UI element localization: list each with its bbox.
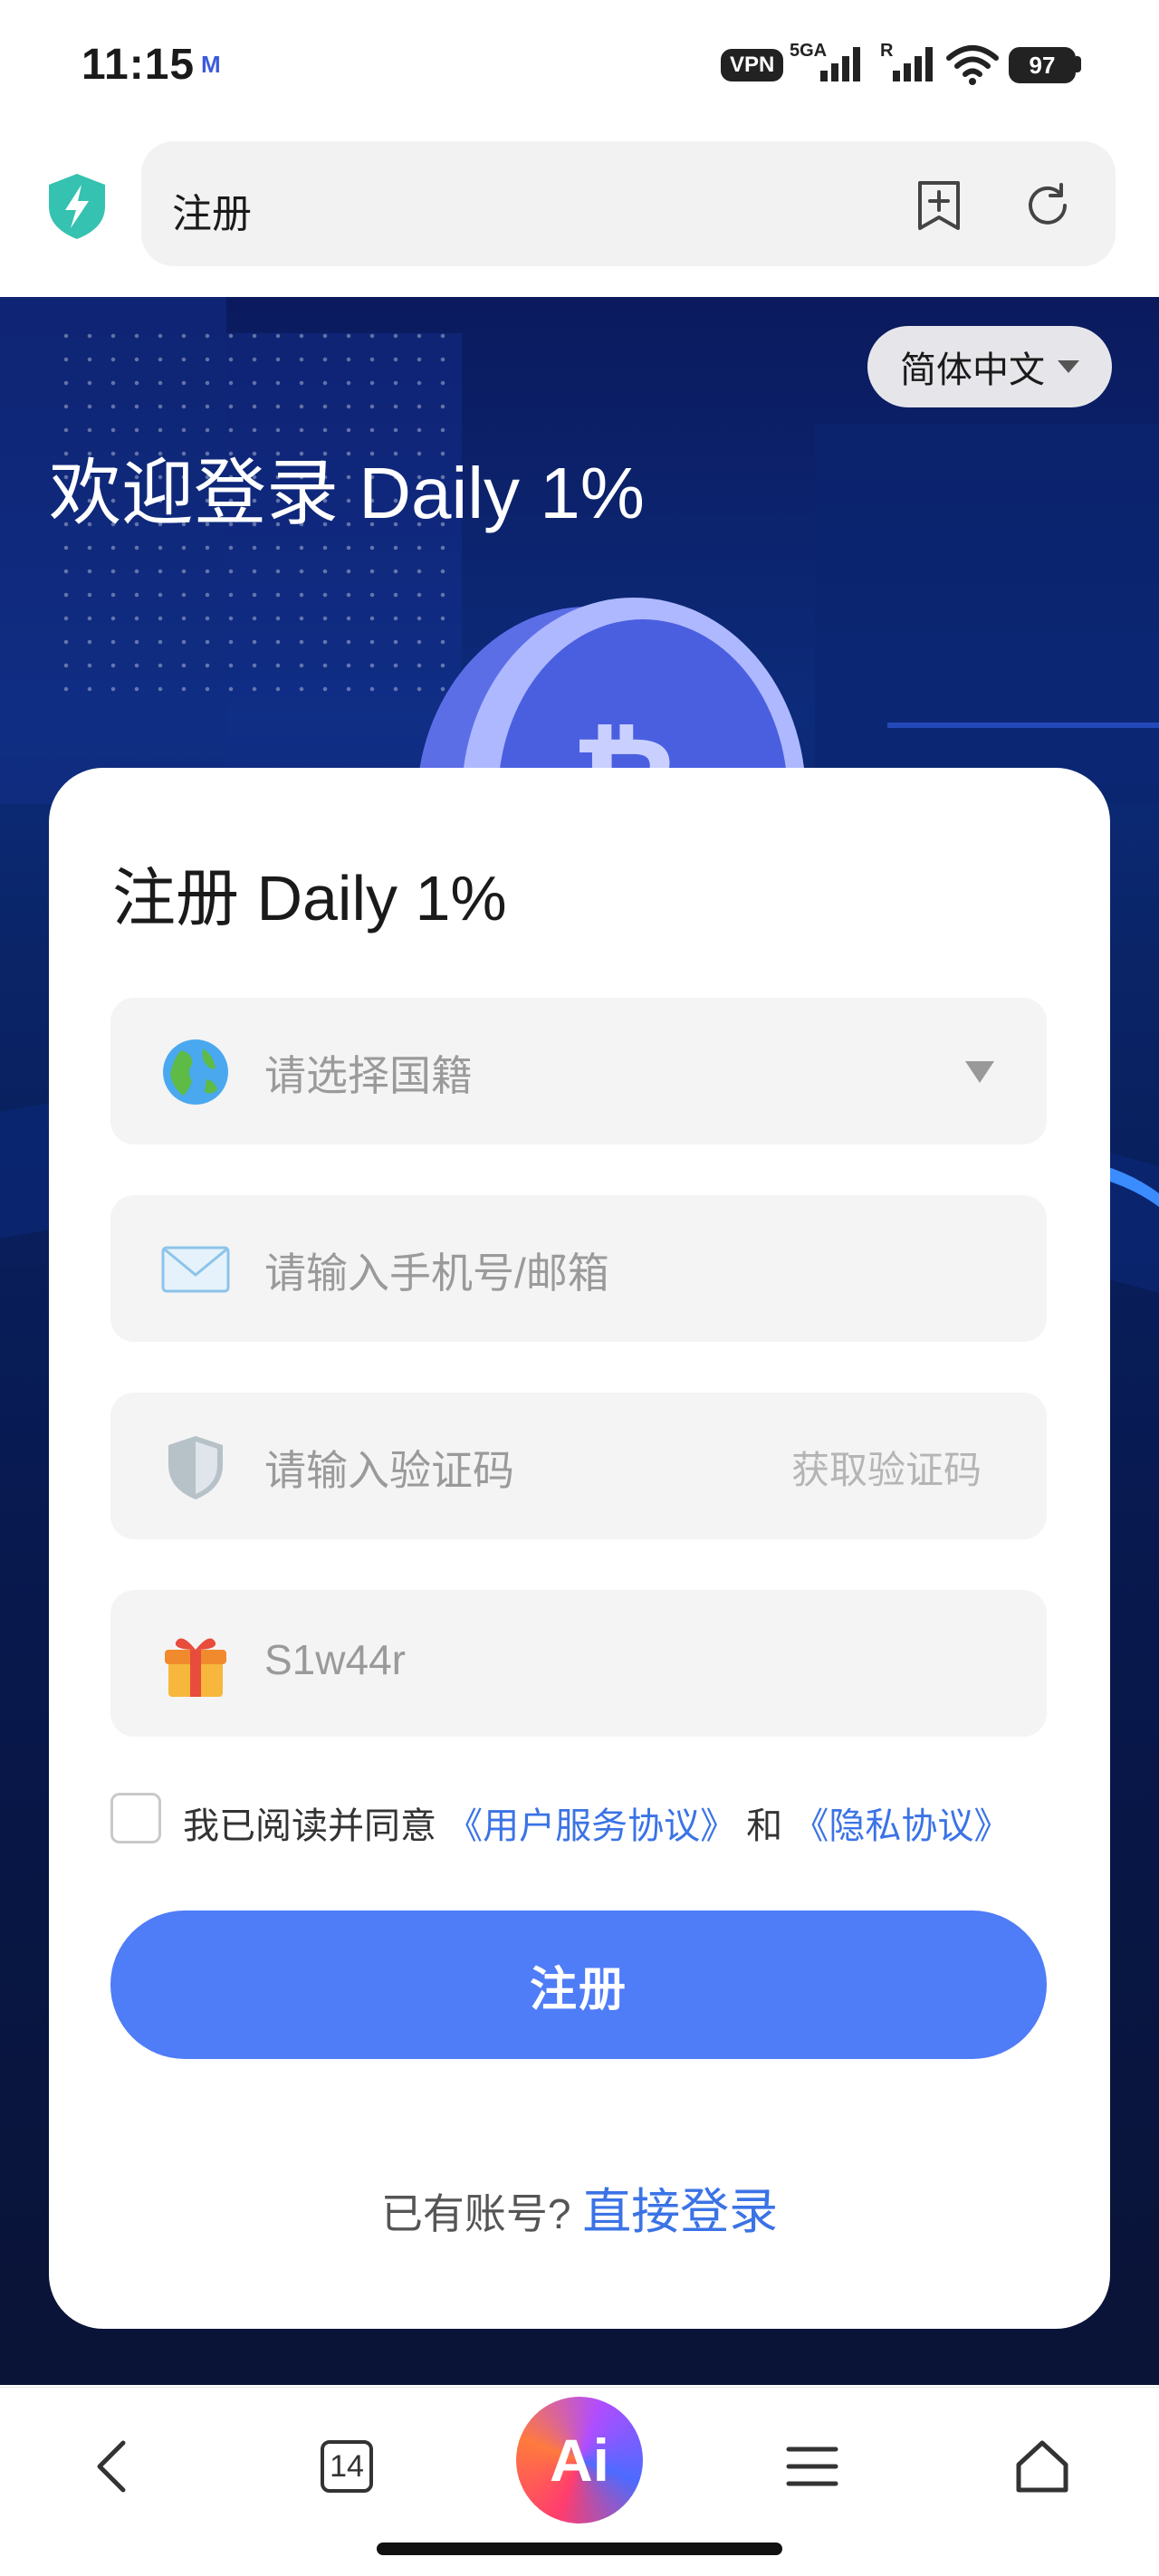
status-bar: 11:15 M VPN 5GA R 97 (0, 0, 1159, 136)
vpn-badge: VPN (721, 49, 784, 81)
envelope-icon (161, 1235, 230, 1304)
tab-count: 14 (321, 2440, 373, 2493)
invite-code-value: S1w44r (264, 1636, 406, 1683)
invite-code-input[interactable]: S1w44r (110, 1590, 1047, 1737)
ai-icon[interactable]: Ai (516, 2397, 643, 2523)
back-icon[interactable] (72, 2426, 154, 2507)
wifi-icon (945, 42, 1000, 91)
roaming-label: R (880, 41, 894, 61)
login-prompt: 已有账号? 直接登录 (0, 2171, 1159, 2243)
dropdown-caret-icon (965, 1061, 994, 1083)
login-link[interactable]: 直接登录 (582, 2185, 778, 2239)
address-bar[interactable] (141, 141, 1116, 266)
cellular-signal-icon: 5GA (788, 40, 864, 95)
terms-link[interactable]: 《用户服务协议》 (446, 1806, 736, 1846)
agree-checkbox[interactable] (110, 1793, 161, 1843)
code-placeholder: 请输入验证码 (264, 1447, 514, 1494)
nationality-select[interactable]: 请选择国籍 (110, 998, 1047, 1144)
menu-icon[interactable] (771, 2426, 853, 2507)
status-time: 11:15 (81, 41, 196, 89)
have-account-text: 已有账号? (380, 2190, 571, 2237)
battery-tip (1076, 56, 1081, 72)
get-code-button[interactable]: 获取验证码 (791, 1440, 982, 1495)
tabs-icon[interactable]: 14 (306, 2426, 388, 2507)
home-icon[interactable] (1001, 2426, 1083, 2507)
agreement-text: 我已阅读并同意 《用户服务协议》 和 《隐私协议》 (183, 1796, 1010, 1849)
privacy-link[interactable]: 《隐私协议》 (792, 1806, 1010, 1846)
register-button[interactable]: 注册 (110, 1910, 1047, 2059)
language-selector[interactable]: 简体中文 (867, 326, 1112, 407)
page-title[interactable]: 注册 (172, 181, 252, 239)
form-title: 注册 Daily 1% (112, 863, 507, 934)
reload-icon[interactable] (1020, 177, 1076, 234)
account-placeholder: 请输入手机号/邮箱 (264, 1250, 609, 1297)
home-indicator (377, 2542, 782, 2555)
network-type-label: 5GA (790, 41, 827, 61)
nationality-placeholder: 请选择国籍 (264, 1052, 473, 1099)
gift-icon (161, 1630, 230, 1699)
globe-icon (161, 1038, 230, 1106)
shield-icon[interactable] (45, 172, 109, 241)
and-text: 和 (746, 1806, 783, 1846)
chevron-down-icon (1058, 360, 1079, 373)
language-label: 简体中文 (900, 350, 1045, 390)
cellular-signal-2-icon: R (878, 40, 936, 95)
verification-code-input[interactable]: 请输入验证码 获取验证码 (110, 1393, 1047, 1539)
notification-icon: M (201, 51, 221, 78)
shield-badge-icon (161, 1432, 230, 1501)
account-input[interactable]: 请输入手机号/邮箱 (110, 1195, 1047, 1342)
battery-icon: 97 (1009, 47, 1076, 83)
bookmark-add-icon[interactable] (911, 177, 967, 234)
welcome-heading: 欢迎登录 Daily 1% (49, 453, 645, 533)
agree-prefix: 我已阅读并同意 (183, 1806, 436, 1846)
